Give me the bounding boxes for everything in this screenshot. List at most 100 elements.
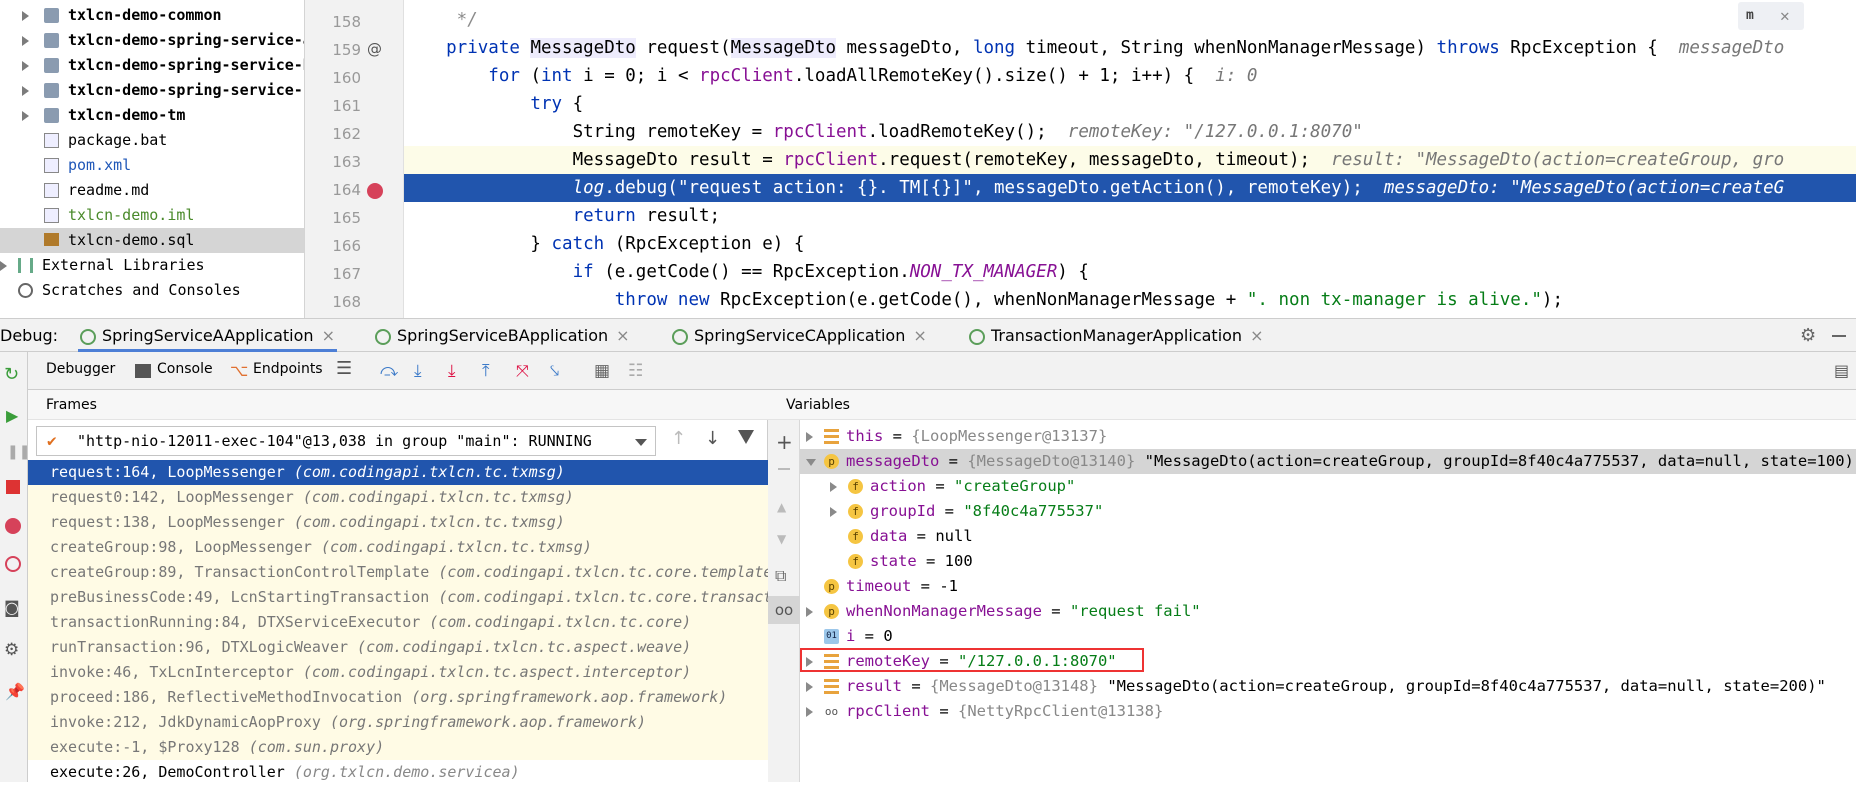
variable-row[interactable]: f state = 100 <box>800 549 1856 574</box>
variable-row[interactable]: result = {MessageDto@13148} "MessageDto(… <box>800 674 1856 699</box>
chevron-right-icon[interactable] <box>22 111 29 121</box>
project-tree-item[interactable]: txlcn-demo-spring-service-a <box>0 28 304 53</box>
resume-icon[interactable]: ▶ <box>6 406 18 425</box>
variable-row[interactable]: this = {LoopMessenger@13137} <box>800 424 1856 449</box>
trace-icon[interactable]: ☷ <box>628 361 643 381</box>
variable-row[interactable]: f groupId = "8f40c4a775537" <box>800 499 1856 524</box>
view-breakpoints-icon[interactable] <box>5 518 21 534</box>
project-tree-item[interactable]: txlcn-demo.sql <box>0 228 304 253</box>
chevron-right-icon[interactable] <box>22 86 29 96</box>
chevron-right-icon[interactable] <box>830 482 837 492</box>
chevron-right-icon[interactable] <box>806 707 813 717</box>
chevron-right-icon[interactable] <box>830 507 837 517</box>
gear-icon[interactable]: ⚙ <box>1800 325 1816 346</box>
filter-icon[interactable] <box>738 430 754 444</box>
run-to-cursor-icon[interactable]: ⤥ <box>550 361 559 381</box>
copy-icon[interactable]: ⧉ <box>775 566 786 586</box>
frame-row[interactable]: createGroup:98, LoopMessenger (com.codin… <box>28 535 768 560</box>
frame-row[interactable]: runTransaction:96, DTXLogicWeaver (com.c… <box>28 635 768 660</box>
drop-frame-icon[interactable]: ⤧ <box>516 361 529 381</box>
tab-spring-service-c[interactable]: SpringServiceCApplication × <box>672 319 927 352</box>
breakpoint-icon[interactable] <box>367 183 383 199</box>
camera-icon[interactable]: ◙ <box>4 598 20 617</box>
frame-row[interactable]: execute:-1, $Proxy128 (com.sun.proxy) <box>28 735 768 760</box>
step-into-icon[interactable]: ⤓ <box>448 361 456 381</box>
mute-breakpoints-icon[interactable] <box>5 556 21 572</box>
layout-icon[interactable]: ▤ <box>1834 361 1849 381</box>
step-over-icon[interactable]: ⤓ <box>414 361 422 381</box>
project-tree-item[interactable]: External Libraries <box>0 253 304 278</box>
console-tab[interactable]: Console <box>157 361 213 381</box>
watch-glasses-icon[interactable]: oo <box>768 596 800 624</box>
minimize-icon[interactable] <box>1832 335 1846 337</box>
arrow-down-icon[interactable]: ↓ <box>705 428 720 449</box>
chevron-right-icon[interactable] <box>22 36 29 46</box>
frame-row[interactable]: invoke:46, TxLcnInterceptor (com.codinga… <box>28 660 768 685</box>
close-icon[interactable]: ✕ <box>1780 6 1790 25</box>
arrow-up-icon[interactable]: ↑ <box>671 428 686 449</box>
project-tree-item[interactable]: txlcn-demo-common <box>0 3 304 28</box>
variable-row[interactable]: p whenNonManagerMessage = "request fail" <box>800 599 1856 624</box>
chevron-right-icon[interactable] <box>0 261 7 271</box>
maven-reload-icon[interactable]: m <box>1746 8 1754 23</box>
variable-row[interactable]: 01 i = 0 <box>800 624 1856 649</box>
close-icon[interactable]: × <box>1250 326 1263 345</box>
rerun-icon[interactable]: ↻ <box>4 364 19 385</box>
project-tree-item[interactable]: pom.xml <box>0 153 304 178</box>
evaluate-icon[interactable]: ▦ <box>594 361 610 381</box>
project-tree-item[interactable]: Scratches and Consoles <box>0 278 304 303</box>
chevron-right-icon[interactable] <box>806 607 813 617</box>
project-tree-item[interactable]: txlcn-demo-spring-service-c <box>0 78 304 103</box>
stop-icon[interactable] <box>6 480 20 494</box>
pause-icon[interactable]: ❚❚ <box>7 444 30 460</box>
variable-row[interactable]: p messageDto = {MessageDto@13140} "Messag… <box>800 449 1856 474</box>
variable-name: data <box>870 527 908 545</box>
inspection-widget[interactable]: m ✕ <box>1738 2 1804 30</box>
debugger-tab[interactable]: Debugger <box>46 361 115 381</box>
chevron-right-icon[interactable] <box>22 11 29 21</box>
frame-row[interactable]: createGroup:89, TransactionControlTempla… <box>28 560 772 585</box>
tab-spring-service-a[interactable]: SpringServiceAApplication × <box>78 319 337 352</box>
project-tree-item[interactable]: txlcn-demo.iml <box>0 203 304 228</box>
frame-row[interactable]: request0:142, LoopMessenger (com.codinga… <box>28 485 768 510</box>
settings-icon[interactable]: ⚙ <box>4 640 19 660</box>
chevron-down-icon[interactable] <box>806 459 816 466</box>
close-icon[interactable]: × <box>913 326 926 345</box>
pin-icon[interactable]: 📌 <box>5 682 25 701</box>
frame-row[interactable]: invoke:212, JdkDynamicAopProxy (org.spri… <box>28 710 768 735</box>
close-icon[interactable]: × <box>322 326 335 345</box>
frame-row[interactable]: preBusinessCode:49, LcnStartingTransacti… <box>28 585 772 610</box>
frame-row[interactable]: request:138, LoopMessenger (com.codingap… <box>28 510 768 535</box>
frame-row[interactable]: transactionRunning:84, DTXServiceExecuto… <box>28 610 768 635</box>
step-out-icon[interactable]: ⤒ <box>482 361 490 381</box>
frame-row[interactable]: proceed:186, ReflectiveMethodInvocation … <box>28 685 768 710</box>
chevron-right-icon[interactable] <box>806 682 813 692</box>
add-icon[interactable]: + <box>776 430 793 454</box>
code-editor[interactable]: */ private MessageDto request(MessageDto… <box>404 0 1856 318</box>
close-icon[interactable]: × <box>616 326 629 345</box>
remove-icon[interactable] <box>778 468 790 470</box>
chevron-right-icon[interactable] <box>806 432 813 442</box>
project-tree-item[interactable]: readme.md <box>0 178 304 203</box>
variable-row[interactable]: p timeout = -1 <box>800 574 1856 599</box>
frame-row[interactable]: execute:26, DemoController (org.txlcn.de… <box>28 760 768 785</box>
project-tree-item[interactable]: package.bat <box>0 128 304 153</box>
thread-selector[interactable]: ✔ "http-nio-12011-exec-104"@13,038 in gr… <box>36 426 656 456</box>
variable-row[interactable]: f data = null <box>800 524 1856 549</box>
move-up-icon[interactable]: ▲ <box>777 500 786 514</box>
variable-row[interactable]: f action = "createGroup" <box>800 474 1856 499</box>
menu-icon[interactable]: ☰ <box>336 358 352 379</box>
project-tree: txlcn-demo-common txlcn-demo-spring-servi… <box>0 0 305 318</box>
frame-row[interactable]: request:164, LoopMessenger (com.codingap… <box>28 460 768 485</box>
project-tree-item[interactable]: txlcn-demo-spring-service-b <box>0 53 304 78</box>
variable-equals: = <box>907 527 936 545</box>
tab-spring-service-b[interactable]: SpringServiceBApplication × <box>375 319 630 352</box>
endpoints-tab[interactable]: Endpoints <box>253 361 323 381</box>
show-execution-point-icon[interactable]: ⤼ <box>380 361 398 381</box>
chevron-right-icon[interactable] <box>22 61 29 71</box>
tab-transaction-manager[interactable]: TransactionManagerApplication × <box>969 319 1263 352</box>
move-down-icon[interactable]: ▼ <box>777 532 786 546</box>
override-icon[interactable]: @ <box>367 40 382 58</box>
variable-row[interactable]: oo rpcClient = {NettyRpcClient@13138} <box>800 699 1856 724</box>
project-tree-item[interactable]: txlcn-demo-tm <box>0 103 304 128</box>
